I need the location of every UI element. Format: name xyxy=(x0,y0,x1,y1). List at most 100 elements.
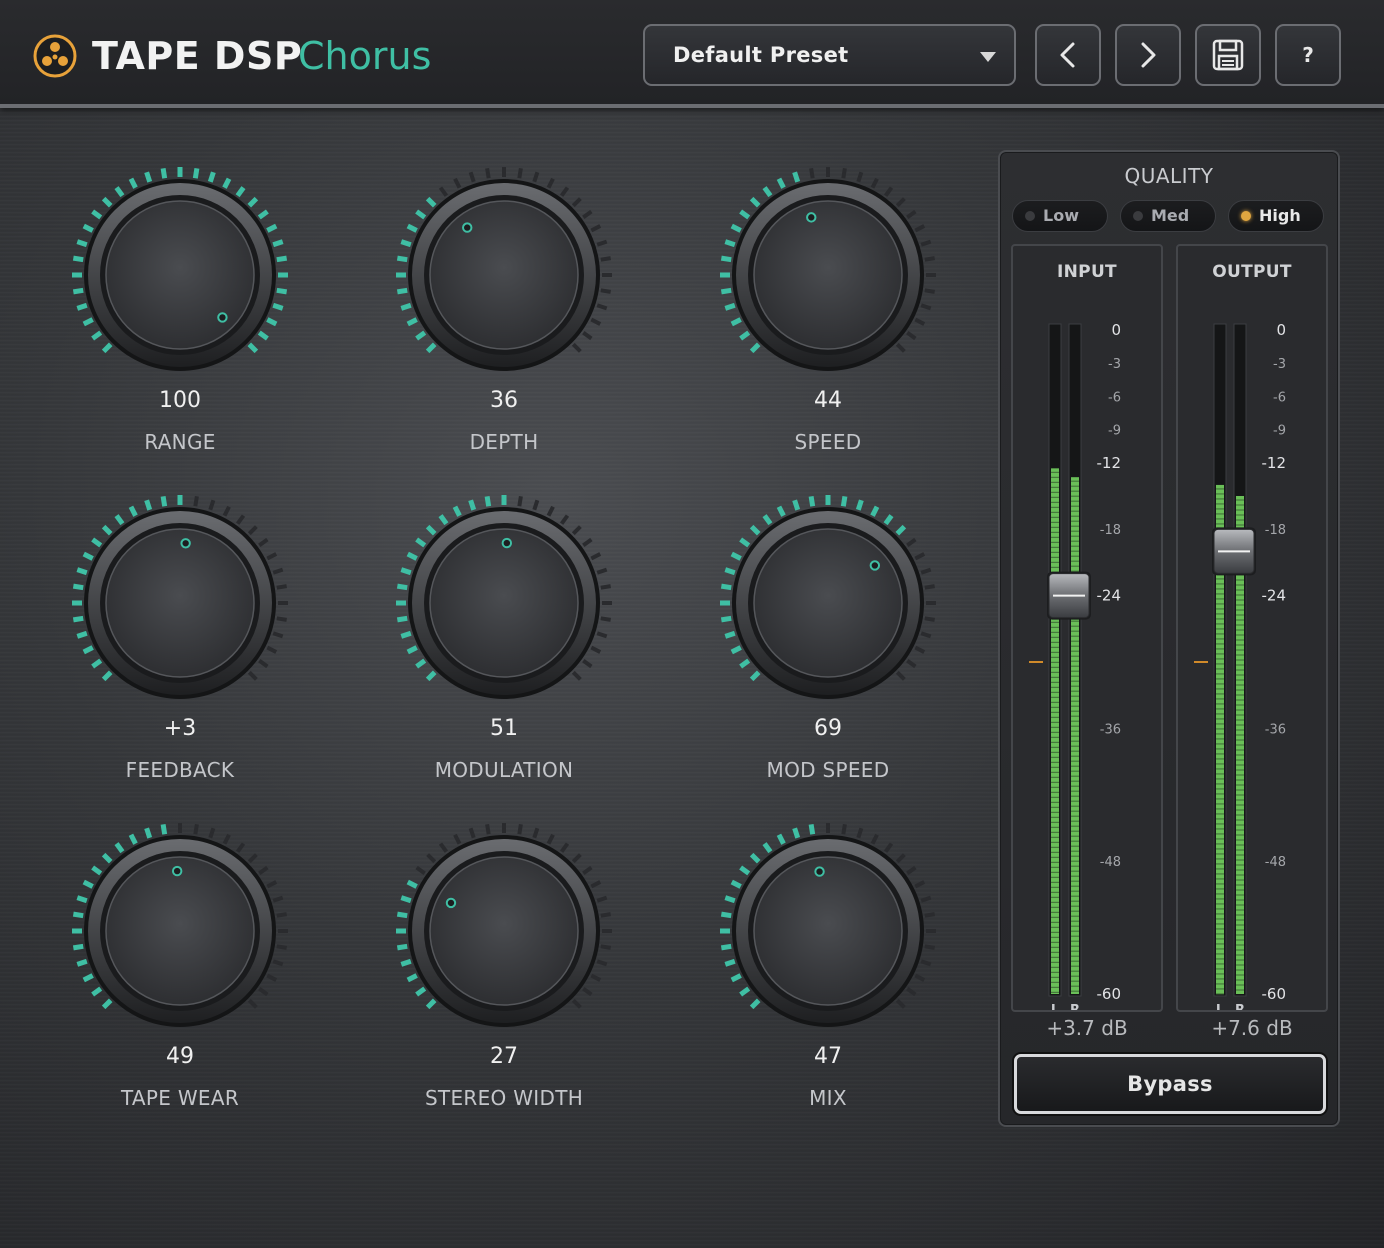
help-button[interactable]: ? xyxy=(1275,24,1341,86)
meter-scale-label: -3 xyxy=(1108,357,1121,372)
knob-tick xyxy=(582,209,593,220)
knob-dial[interactable] xyxy=(713,160,943,390)
knob-tick xyxy=(906,865,917,876)
knob-tick xyxy=(600,288,611,294)
quality-high-button[interactable]: High xyxy=(1228,200,1324,232)
output-gain-readout: +7.6 dB xyxy=(1211,1016,1293,1040)
knob-dial[interactable] xyxy=(389,816,619,1046)
knob-tick xyxy=(266,645,278,654)
knob-tick xyxy=(924,616,935,622)
knob-tick xyxy=(914,880,926,889)
knob-tick-active xyxy=(484,495,492,507)
chevron-right-icon xyxy=(1141,42,1156,68)
knob-tick-active xyxy=(730,879,742,889)
knob-tick-active xyxy=(266,317,278,327)
save-preset-button[interactable] xyxy=(1195,24,1261,86)
knob-dial[interactable] xyxy=(65,160,295,390)
knob-tick xyxy=(468,171,476,183)
knob-mix[interactable]: 47 MIX xyxy=(698,816,958,1126)
knob-tick-active xyxy=(272,239,284,248)
knob-value: 36 xyxy=(490,388,518,413)
knob-tick-active xyxy=(128,505,138,517)
knob-tick-active xyxy=(883,514,894,526)
output-fader-handle[interactable] xyxy=(1212,527,1256,576)
knob-tick-active xyxy=(749,524,761,536)
knob-dial[interactable] xyxy=(389,160,619,390)
quality-low-button[interactable]: Low xyxy=(1012,200,1108,232)
knob-tick xyxy=(247,525,258,536)
previous-preset-button[interactable] xyxy=(1035,24,1101,86)
knob-modulation[interactable]: 51 MODULATION xyxy=(374,488,634,798)
knob-tick xyxy=(582,865,593,876)
next-preset-button[interactable] xyxy=(1115,24,1181,86)
knob-tick xyxy=(571,197,582,208)
knob-mod-speed[interactable]: 69 MOD SPEED xyxy=(698,488,958,798)
caret-down-icon xyxy=(980,52,996,62)
knob-tick-active xyxy=(749,342,761,354)
knob-tick xyxy=(559,186,570,197)
knob-tick-active xyxy=(425,342,437,354)
input-gain-readout: +3.7 dB xyxy=(1046,1016,1128,1040)
knob-dial[interactable] xyxy=(65,488,295,718)
knob-tick-active xyxy=(739,209,751,220)
knob-tick xyxy=(559,514,570,525)
knob-tick-active xyxy=(82,645,94,655)
knob-tick-active xyxy=(776,833,786,845)
input-meter: INPUT LR0-3-6-9-12-18-24-36-48-60 xyxy=(1011,244,1163,1012)
knob-tick-active xyxy=(406,223,418,233)
knob-tick xyxy=(590,317,602,326)
knob-tape-wear[interactable]: 49 TAPE WEAR xyxy=(50,816,310,1126)
knob-speed[interactable]: 44 SPEED xyxy=(698,160,958,470)
knob-dial[interactable] xyxy=(713,488,943,718)
knob-label: RANGE xyxy=(144,430,216,454)
meter-scale-label: -60 xyxy=(1262,985,1287,1003)
knob-tick-active xyxy=(720,615,732,623)
knob-tick xyxy=(571,342,582,353)
knob-tick xyxy=(596,895,608,903)
knob-tick-active xyxy=(724,630,736,639)
knob-tick-active xyxy=(776,177,786,189)
knob-tick xyxy=(485,824,491,835)
knob-tick xyxy=(258,658,269,669)
knob-tick-active xyxy=(91,330,103,341)
knob-dial[interactable] xyxy=(713,816,943,1046)
knob-tick-active xyxy=(425,998,437,1010)
knob-tick-active xyxy=(114,514,125,526)
knob-tick-active xyxy=(76,302,88,311)
knob-tick xyxy=(247,998,258,1009)
knob-tick xyxy=(208,827,216,839)
input-fader-handle[interactable] xyxy=(1047,571,1091,620)
knob-tick xyxy=(485,168,491,179)
knob-tick xyxy=(517,168,523,179)
knob-pointer-icon xyxy=(501,537,513,549)
knob-tick-active xyxy=(400,630,412,639)
knob-range[interactable]: 100 RANGE xyxy=(50,160,310,470)
knob-tick xyxy=(924,944,935,950)
knob-tick-active xyxy=(720,287,732,295)
meter-scale-label: -24 xyxy=(1097,587,1122,605)
knob-depth[interactable]: 36 DEPTH xyxy=(374,160,634,470)
knob-tick xyxy=(841,168,847,179)
knob-dial[interactable] xyxy=(65,816,295,1046)
knob-tick xyxy=(856,171,864,183)
knob-tick xyxy=(235,842,246,853)
knob-label: MIX xyxy=(809,1086,847,1110)
led-indicator-icon xyxy=(1133,211,1143,221)
knob-tick-active xyxy=(415,330,427,341)
meter-scale-label: -12 xyxy=(1262,454,1287,472)
quality-med-button[interactable]: Med xyxy=(1120,200,1216,232)
preset-dropdown[interactable]: Default Preset xyxy=(643,24,1016,86)
side-panel: QUALITY Low Med High INPUT LR0-3-6-9-12-… xyxy=(998,150,1340,1127)
knob-tick xyxy=(600,584,611,590)
knob-feedback[interactable]: +3 FEEDBACK xyxy=(50,488,310,798)
preset-name: Default Preset xyxy=(673,43,849,67)
knob-stereo-width[interactable]: 27 STEREO WIDTH xyxy=(374,816,634,1126)
knob-tick xyxy=(272,567,284,575)
knob-tick xyxy=(920,303,932,311)
knob-tick-active xyxy=(101,196,113,208)
bypass-button[interactable]: Bypass xyxy=(1014,1054,1326,1114)
knob-tick-active xyxy=(724,895,736,904)
knob-label: MOD SPEED xyxy=(766,758,890,782)
knob-dial[interactable] xyxy=(389,488,619,718)
knob-tick xyxy=(571,670,582,681)
